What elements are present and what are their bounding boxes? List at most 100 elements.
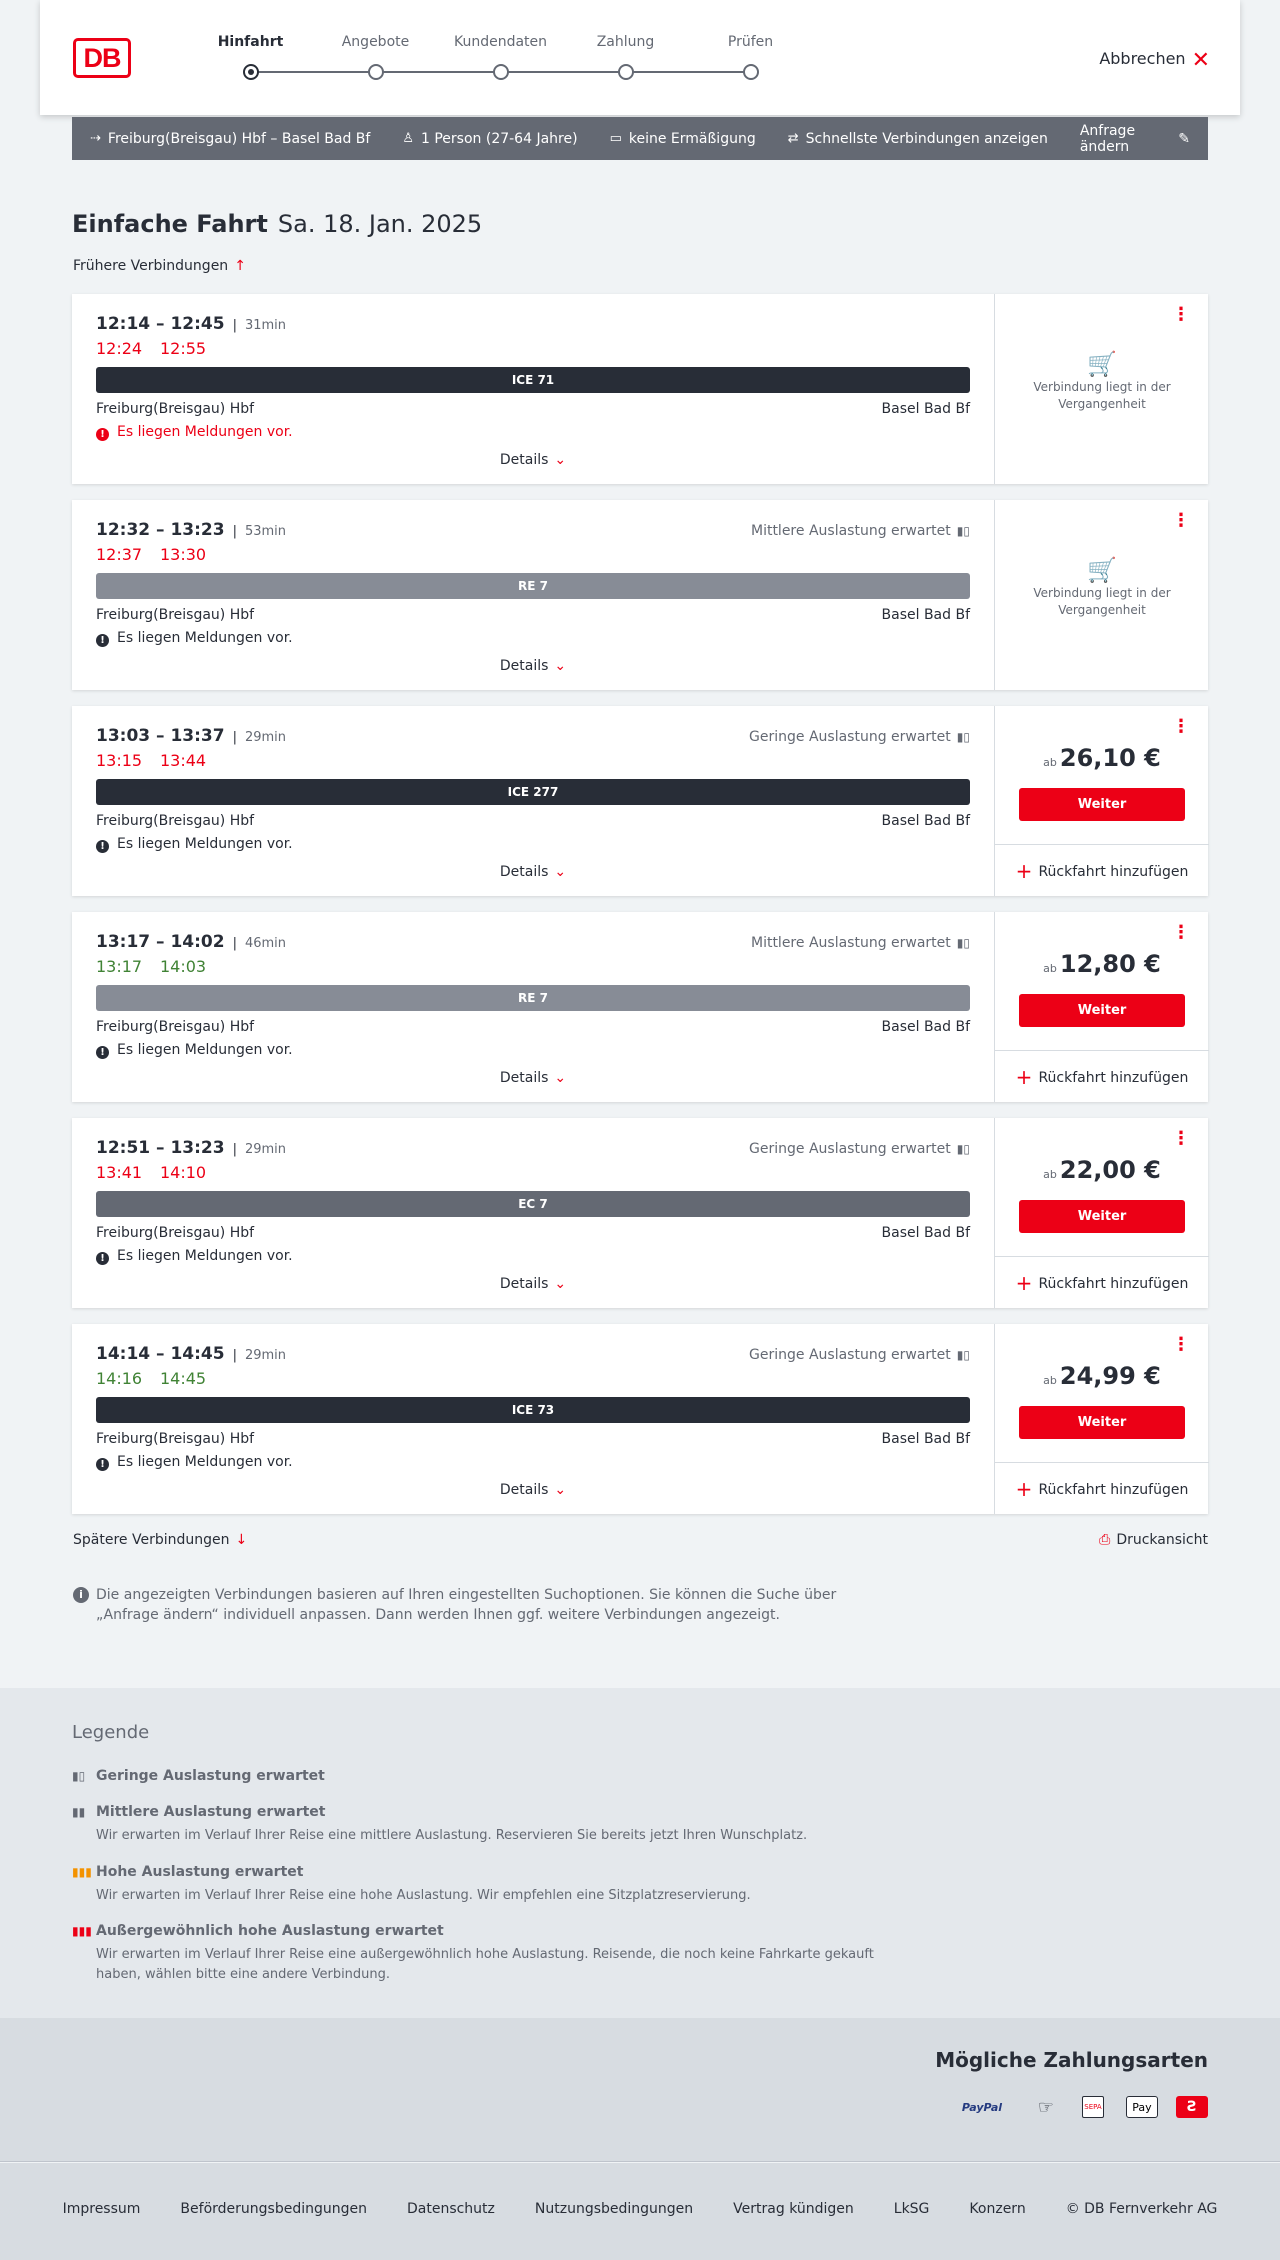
footer-link-lksg[interactable]: LkSG — [894, 2201, 930, 2217]
plus-icon: + — [1015, 859, 1033, 883]
step-pruefen[interactable]: Prüfen — [688, 34, 813, 80]
details-toggle[interactable]: Details ⌄ — [96, 864, 970, 880]
train-bar[interactable]: RE 7 — [96, 573, 970, 599]
change-request-button[interactable]: Anfrage ändern ✎ — [1080, 123, 1190, 155]
legend-item-desc: Wir erwarten im Verlauf Ihrer Reise eine… — [96, 1828, 808, 1843]
planned-time-range: 14:14 – 14:45 — [96, 1344, 225, 1364]
planned-times: 14:14 – 14:45 | 29min — [96, 1344, 287, 1364]
step-hinfahrt[interactable]: Hinfahrt — [188, 34, 313, 80]
notice-message[interactable]: ! Es liegen Meldungen vor. — [96, 1042, 293, 1059]
step-kundendaten[interactable]: Kundendaten — [438, 34, 563, 80]
chevron-down-icon: ⌄ — [554, 1482, 567, 1498]
details-toggle[interactable]: Details ⌄ — [96, 1276, 970, 1292]
notice-message[interactable]: ! Es liegen Meldungen vor. — [96, 630, 293, 647]
alert-icon: ! — [96, 1252, 109, 1265]
legend-item-title: Mittlere Auslastung erwartet — [96, 1804, 326, 1820]
connection-offer: ⋮ 🛒 Verbindung liegt in der Vergangenhei… — [994, 500, 1208, 690]
footer-link-datenschutz[interactable]: Datenschutz — [407, 2201, 495, 2217]
credit-card-icon: ☞ — [1037, 2096, 1055, 2118]
planned-times: 12:51 – 13:23 | 29min — [96, 1138, 287, 1158]
header: DB Hinfahrt Angebote Kundendaten Zahlung… — [40, 0, 1240, 115]
train-bar[interactable]: ICE 73 — [96, 1397, 970, 1423]
notice-message[interactable]: ! Es liegen Meldungen vor. — [96, 424, 293, 441]
details-label: Details — [499, 658, 549, 674]
occupancy-icon: ▮▯ — [956, 524, 970, 538]
occupancy-medium-icon: ▮▮ — [72, 1805, 86, 1819]
more-options-icon[interactable]: ⋮ — [1172, 718, 1190, 736]
plus-icon: + — [1015, 1065, 1033, 1089]
fastest-toggle[interactable]: ⇄ Schnellste Verbindungen anzeigen — [788, 131, 1048, 147]
price: ab 12,80 € — [995, 950, 1209, 978]
details-toggle[interactable]: Details ⌄ — [96, 1070, 970, 1086]
more-options-icon[interactable]: ⋮ — [1172, 924, 1190, 942]
add-return-label: Rückfahrt hinzufügen — [1038, 1070, 1189, 1086]
connection-main: 13:17 – 14:02 | 46min Mittlere Auslastung … — [96, 912, 970, 1102]
footer: Impressum Beförderungsbedingungen Datens… — [0, 2163, 1280, 2260]
add-return-button[interactable]: + Rückfahrt hinzufügen — [995, 1462, 1209, 1514]
price-prefix: ab — [1043, 1374, 1057, 1387]
print-view-link[interactable]: ⎙ Druckansicht — [1099, 1532, 1208, 1548]
earlier-connections-link[interactable]: Frühere Verbindungen ↑ — [73, 258, 246, 274]
db-logo[interactable]: DB — [73, 38, 131, 78]
notice-message[interactable]: ! Es liegen Meldungen vor. — [96, 1454, 293, 1471]
discount-text: keine Ermäßigung — [628, 130, 756, 147]
continue-button[interactable]: Weiter — [1019, 1200, 1185, 1233]
more-options-icon[interactable]: ⋮ — [1172, 512, 1190, 530]
train-bar[interactable]: ICE 277 — [96, 779, 970, 805]
connection-card: 14:14 – 14:45 | 29min Geringe Auslastung e… — [72, 1324, 1209, 1514]
price: ab 22,00 € — [995, 1156, 1209, 1184]
details-toggle[interactable]: Details ⌄ — [96, 658, 970, 674]
add-return-button[interactable]: + Rückfahrt hinzufügen — [995, 1256, 1209, 1308]
trip-type: Einfache Fahrt — [72, 210, 268, 238]
realtime-times: 13:41 14:10 — [96, 1163, 224, 1182]
details-toggle[interactable]: Details ⌄ — [96, 1482, 970, 1498]
footer-link-befoerderungsbedingungen[interactable]: Beförderungsbedingungen — [180, 2201, 367, 2217]
realtime-departure: 13:15 — [96, 751, 143, 770]
pencil-icon: ✎ — [1178, 130, 1190, 147]
notice-message[interactable]: ! Es liegen Meldungen vor. — [96, 836, 293, 853]
realtime-times: 13:17 14:03 — [96, 957, 224, 976]
step-angebote[interactable]: Angebote — [313, 34, 438, 80]
footer-link-konzern[interactable]: Konzern — [969, 2201, 1025, 2217]
occupancy-text: Mittlere Auslastung erwartet — [750, 523, 951, 539]
footer-link-nutzungsbedingungen[interactable]: Nutzungsbedingungen — [535, 2201, 693, 2217]
details-toggle[interactable]: Details ⌄ — [96, 452, 970, 468]
card-icon: ▭ — [609, 131, 622, 146]
continue-button[interactable]: Weiter — [1019, 788, 1185, 821]
notice-message[interactable]: ! Es liegen Meldungen vor. — [96, 1248, 293, 1265]
cancel-button[interactable]: Abbrechen ✕ — [1099, 48, 1210, 73]
connection-main: 12:14 – 12:45 | 31min 12:24 12:55 ICE 71 Fr… — [96, 294, 970, 484]
train-bar[interactable]: ICE 71 — [96, 367, 970, 393]
alert-icon: ! — [96, 1458, 109, 1471]
continue-button[interactable]: Weiter — [1019, 1406, 1185, 1439]
chevron-down-icon: ⌄ — [554, 452, 567, 468]
connection-card: 12:14 – 12:45 | 31min 12:24 12:55 ICE 71 Fr… — [72, 294, 1208, 484]
price-value: 26,10 € — [1059, 744, 1161, 772]
footer-link-impressum[interactable]: Impressum — [63, 2201, 141, 2217]
discount-summary: ▭ keine Ermäßigung — [610, 131, 756, 147]
continue-button[interactable]: Weiter — [1019, 994, 1185, 1027]
footer-copyright: © DB Fernverkehr AG — [1065, 2201, 1218, 2217]
later-connections-link[interactable]: Spätere Verbindungen ↓ — [73, 1532, 247, 1548]
footer-link-vertrag-kuendigen[interactable]: Vertrag kündigen — [733, 2201, 854, 2217]
realtime-times: 13:15 13:44 — [96, 751, 224, 770]
past-connection-note: 🛒 Verbindung liegt in der Vergangenheit — [995, 558, 1209, 619]
realtime-times: 12:24 12:55 — [96, 339, 224, 358]
more-options-icon[interactable]: ⋮ — [1172, 306, 1190, 324]
notice-text: Es liegen Meldungen vor. — [117, 836, 293, 852]
add-return-button[interactable]: + Rückfahrt hinzufügen — [995, 1050, 1209, 1102]
info-icon: i — [73, 1587, 89, 1603]
apple-pay-label: Pay — [1132, 2100, 1152, 2114]
more-options-icon[interactable]: ⋮ — [1172, 1130, 1190, 1148]
train-label: ICE 71 — [511, 373, 555, 387]
more-options-icon[interactable]: ⋮ — [1172, 1336, 1190, 1354]
train-bar[interactable]: RE 7 — [96, 985, 970, 1011]
route-text: Freiburg(Breisgau) Hbf – Basel Bad Bf — [107, 130, 371, 147]
arrow-up-icon: ↑ — [234, 258, 246, 274]
legend-item-high: ▮▮▮ Hohe Auslastung erwartet Wir erwarten… — [72, 1864, 892, 1906]
step-zahlung[interactable]: Zahlung — [563, 34, 688, 80]
trip-date: Sa. 18. Jan. 2025 — [277, 210, 483, 238]
cart-unavailable-icon: 🛒 — [1087, 350, 1117, 378]
train-bar[interactable]: EC 7 — [96, 1191, 970, 1217]
add-return-button[interactable]: + Rückfahrt hinzufügen — [995, 844, 1209, 896]
